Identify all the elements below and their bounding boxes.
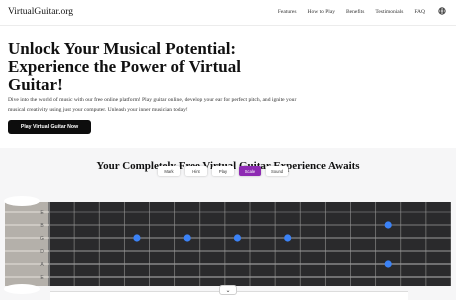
- string-label: D: [40, 249, 44, 255]
- fretboard-canvas[interactable]: EBGDAE: [5, 202, 451, 286]
- mode-sound-button[interactable]: Sound: [266, 166, 289, 176]
- fretboard-top-left-blob: [4, 196, 40, 206]
- hero-description: Dive into the world of music with our fr…: [8, 97, 297, 113]
- mode-mark-button[interactable]: Mark: [158, 166, 180, 176]
- fretboard-bottom-left-blob: [4, 284, 40, 294]
- play-virtual-guitar-button[interactable]: Play Virtual Guitar Now: [8, 120, 91, 134]
- nav-link-benefits[interactable]: Benefits: [346, 9, 364, 15]
- note-marker[interactable]: [183, 234, 191, 242]
- top-navigation: VirtualGuitar.org Features How to Play B…: [0, 0, 456, 26]
- nav-links: Features How to Play Benefits Testimonia…: [267, 7, 446, 16]
- mode-hint-button[interactable]: Hint: [185, 166, 207, 176]
- chevron-down-icon[interactable]: ⌄: [219, 285, 237, 295]
- nav-link-testimonials[interactable]: Testimonials: [375, 9, 403, 15]
- note-marker[interactable]: [384, 221, 392, 229]
- note-marker[interactable]: [133, 234, 141, 242]
- string-label: G: [40, 236, 44, 242]
- hero-title: Unlock Your Musical Potential: Experienc…: [8, 39, 241, 94]
- nav-link-faq[interactable]: FAQ: [414, 9, 425, 15]
- nav-link-features[interactable]: Features: [278, 9, 297, 15]
- site-logo[interactable]: VirtualGuitar.org: [8, 7, 73, 17]
- mode-play-button[interactable]: Play: [212, 166, 234, 176]
- nav-link-how-to-play[interactable]: How to Play: [308, 9, 336, 15]
- mode-toolbar: Mark Hint Play Scale Sound: [158, 166, 293, 176]
- guitar-fretboard[interactable]: EBGDAE: [5, 202, 451, 286]
- mode-scale-button[interactable]: Scale: [239, 166, 261, 176]
- note-marker[interactable]: [233, 234, 242, 242]
- note-marker[interactable]: [284, 234, 292, 242]
- globe-icon[interactable]: [438, 7, 446, 15]
- note-marker[interactable]: [384, 260, 392, 268]
